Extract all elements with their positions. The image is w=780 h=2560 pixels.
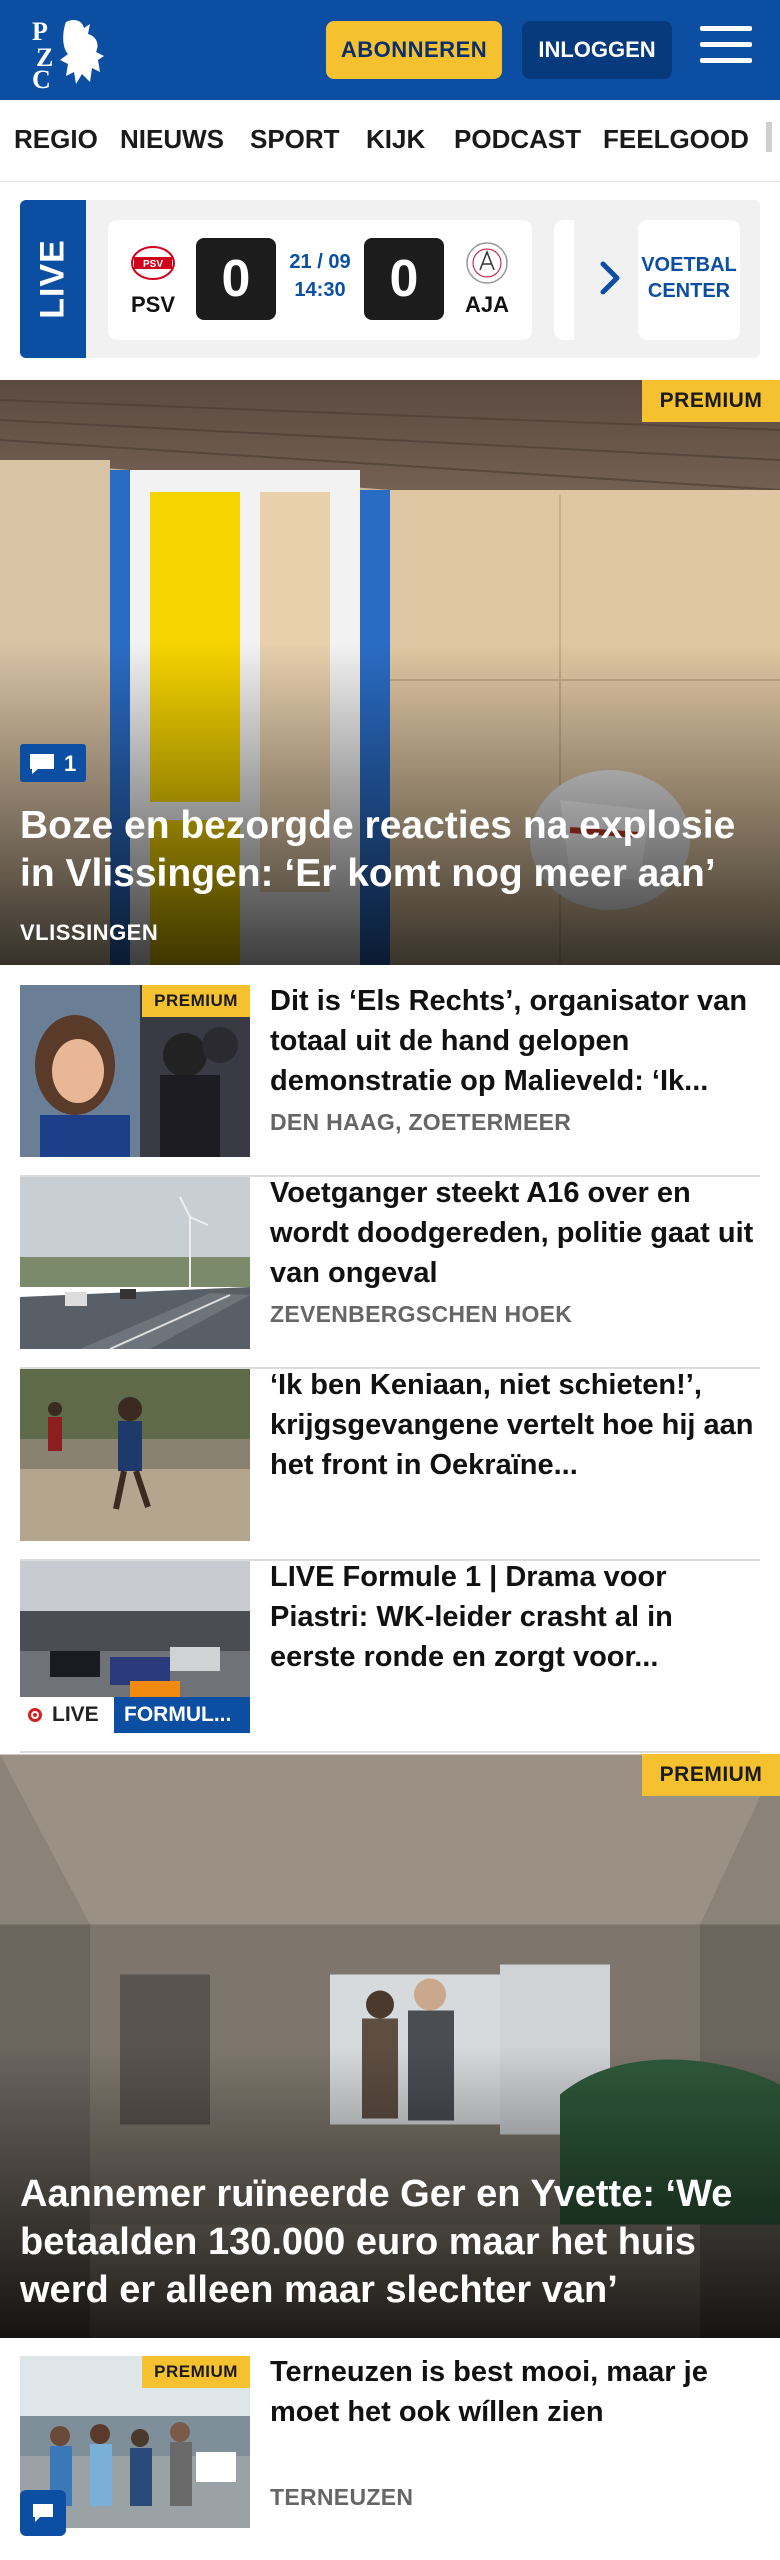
hero-article[interactable]: PREMIUM Aannemer ruïneerde Ger en Yvette… xyxy=(0,1754,780,2338)
article-title[interactable]: Terneuzen is best mooi, maar je moet het… xyxy=(270,2352,760,2432)
next-match-card-peek[interactable] xyxy=(554,220,574,340)
home-team-name: PSV xyxy=(130,292,176,317)
premium-badge: PREMIUM xyxy=(142,2356,250,2388)
login-button[interactable]: INLOGGEN xyxy=(522,21,672,79)
hero-location: VLISSINGEN xyxy=(20,920,159,945)
site-header: P Z C ABONNEREN INLOGGEN xyxy=(0,0,780,100)
live-category-strip: LIVE FORMUL... xyxy=(20,1697,250,1733)
svg-text:C: C xyxy=(32,65,51,90)
live-scores-widget: LIVE PSV PSV 0 21 / 09 14:30 0 AJA VOETB… xyxy=(20,200,760,358)
home-team: PSV PSV xyxy=(118,240,188,318)
home-score: 0 xyxy=(196,238,276,320)
premium-badge: PREMIUM xyxy=(642,1754,780,1796)
nav-item-regio[interactable]: REGIO xyxy=(14,124,98,155)
match-time: 14:30 xyxy=(294,279,346,301)
list-item[interactable]: Voetganger steekt A16 over en wordt dood… xyxy=(20,1177,760,1369)
list-item[interactable]: LIVE FORMUL... LIVE Formule 1 | Drama vo… xyxy=(20,1561,760,1753)
list-item[interactable]: PREMIUM Dit is ‘Els Rechts’, organisator… xyxy=(20,985,760,1177)
match-card[interactable]: PSV PSV 0 21 / 09 14:30 0 AJA xyxy=(108,220,532,340)
live-tag: LIVE xyxy=(20,200,86,358)
match-datetime: 21 / 09 14:30 xyxy=(284,248,356,304)
ajax-crest-icon xyxy=(464,240,510,286)
nav-item-kijk[interactable]: KIJK xyxy=(366,124,425,155)
premium-badge: PREMIUM xyxy=(642,380,780,422)
nav-item-sport[interactable]: SPORT xyxy=(250,124,340,155)
category-label: FORMUL... xyxy=(114,1697,250,1733)
hamburger-menu-icon[interactable] xyxy=(700,26,752,72)
hero-article[interactable]: PREMIUM 1 Boze en bezorgde reacties na e… xyxy=(0,380,780,965)
away-score: 0 xyxy=(364,238,444,320)
nav-overflow-indicator xyxy=(760,122,780,158)
article-location: ZEVENBERGSCHEN HOEK xyxy=(270,1301,573,1327)
hero-title[interactable]: Aannemer ruïneerde Ger en Yvette: ‘We be… xyxy=(20,2170,760,2314)
article-title[interactable]: ‘Ik ben Keniaan, niet schieten!’, krijgs… xyxy=(270,1365,760,1485)
nav-item-feelgood[interactable]: FEELGOOD xyxy=(603,124,749,155)
chevron-right-icon[interactable] xyxy=(595,258,625,298)
live-indicator: LIVE xyxy=(20,1697,114,1733)
comment-count-badge[interactable]: 1 xyxy=(20,744,86,782)
away-team-name: AJA xyxy=(464,292,509,317)
comment-icon[interactable] xyxy=(20,2490,66,2536)
article-location: DEN HAAG, ZOETERMEER xyxy=(270,1109,572,1135)
article-title[interactable]: LIVE Formule 1 | Drama voor Piastri: WK-… xyxy=(270,1557,760,1677)
list-item[interactable]: ‘Ik ben Keniaan, niet schieten!’, krijgs… xyxy=(20,1369,760,1561)
article-title[interactable]: Voetganger steekt A16 over en wordt dood… xyxy=(270,1173,760,1293)
pzc-logo[interactable]: P Z C xyxy=(26,10,116,94)
list-item[interactable]: PREMIUM Terneuzen is best mooi, maar je … xyxy=(20,2356,760,2560)
psv-crest-icon: PSV xyxy=(130,240,176,286)
article-title[interactable]: Dit is ‘Els Rechts’, organisator van tot… xyxy=(270,981,760,1101)
section-nav: REGIO NIEUWS SPORT KIJK PODCAST FEELGOOD xyxy=(0,100,780,182)
article-thumbnail xyxy=(20,1369,250,1541)
comment-icon xyxy=(30,754,54,774)
voetbal-center-link[interactable]: VOETBAL CENTER xyxy=(638,220,740,340)
article-location: TERNEUZEN xyxy=(270,2484,414,2510)
svg-text:PSV: PSV xyxy=(143,259,163,270)
hero-title[interactable]: Boze en bezorgde reacties na explosie in… xyxy=(20,802,760,898)
match-date: 21 / 09 xyxy=(289,251,351,273)
premium-badge: PREMIUM xyxy=(142,985,250,1017)
svg-text:P: P xyxy=(32,17,48,46)
live-dot-icon xyxy=(28,1708,42,1722)
nav-item-podcast[interactable]: PODCAST xyxy=(454,124,581,155)
nav-item-nieuws[interactable]: NIEUWS xyxy=(120,124,224,155)
away-team: AJA xyxy=(452,240,522,318)
subscribe-button[interactable]: ABONNEREN xyxy=(326,21,502,79)
article-thumbnail xyxy=(20,1177,250,1349)
